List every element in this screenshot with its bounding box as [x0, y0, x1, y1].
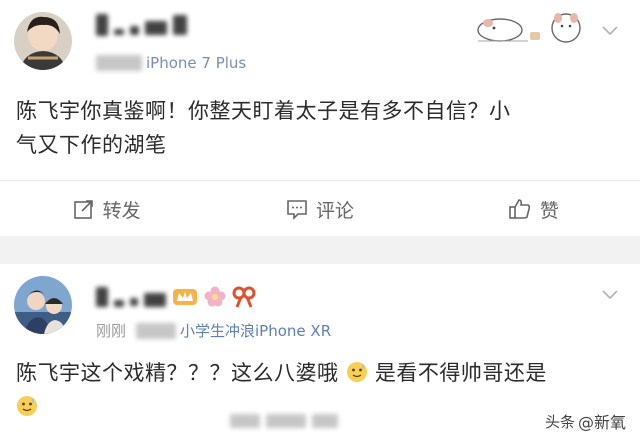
post-content-text: 陈飞宇这个戏精？？？这么八婆哦 [16, 361, 339, 385]
chevron-down-icon[interactable] [600, 284, 620, 304]
username-redacted[interactable] [96, 286, 256, 308]
comment-label: 评论 [315, 199, 354, 222]
thumbs-up-icon [509, 199, 530, 219]
comment-button[interactable]: 评论 [213, 181, 426, 237]
user-avatar[interactable] [14, 12, 72, 70]
card-sticker-illustration [477, 13, 581, 43]
feed-separator [0, 236, 640, 264]
post-content-line: 陈飞宇你真鉴啊！你整天盯着太子是有多不自信？小 [16, 99, 511, 123]
watermark-handle: @新氧 [577, 413, 626, 432]
post-action-bar: 转发 评论 赞 [0, 180, 640, 237]
like-label: 赞 [539, 199, 559, 222]
repost-label: 转发 [102, 199, 141, 222]
watermark-prefix: 头条 [544, 412, 575, 431]
like-button[interactable]: 赞 [427, 181, 640, 237]
repost-icon [73, 200, 93, 219]
post-content-text: 是看不得帅哥还是 [374, 361, 547, 385]
blurred-repost-footer [230, 414, 338, 428]
vip-crown-badge-icon [173, 289, 197, 305]
post-card-2: 刚刚 小学生冲浪iPhone XR 陈飞宇这个戏精？？？这么八婆哦 是看不得帅哥… [0, 264, 640, 441]
post-content: 陈飞宇你真鉴啊！你整天盯着太子是有多不自信？小 气又下作的湖笔 [16, 94, 626, 162]
chevron-down-icon[interactable] [600, 20, 620, 40]
ribbon-badge-icon [232, 286, 256, 308]
repost-button[interactable]: 转发 [0, 181, 213, 237]
sweat-smile-emoji-icon [346, 362, 367, 382]
post-meta: 刚刚 小学生冲浪iPhone XR [96, 320, 331, 341]
post-source[interactable]: 小学生冲浪iPhone XR [180, 320, 331, 341]
username-redacted[interactable] [96, 14, 187, 36]
toutiao-watermark: 头条 @新氧 [545, 409, 626, 433]
sweat-smile-emoji-icon [17, 396, 37, 416]
user-avatar[interactable] [14, 276, 72, 334]
comment-icon [287, 200, 307, 220]
device-source: iPhone 7 Plus [146, 54, 247, 72]
post-content-line: 气又下作的湖笔 [16, 133, 167, 157]
post-card-1: iPhone 7 Plus 陈飞宇你真鉴啊！你整天盯着太子是有多不自信？小 气又… [0, 0, 640, 236]
post-meta: iPhone 7 Plus [96, 54, 246, 72]
post-content-line: 陈飞宇这个戏精？？？这么八婆哦 是看不得帅哥还是 [16, 356, 631, 390]
post-time: 刚刚 [96, 322, 127, 340]
flower-badge-icon [204, 286, 226, 307]
